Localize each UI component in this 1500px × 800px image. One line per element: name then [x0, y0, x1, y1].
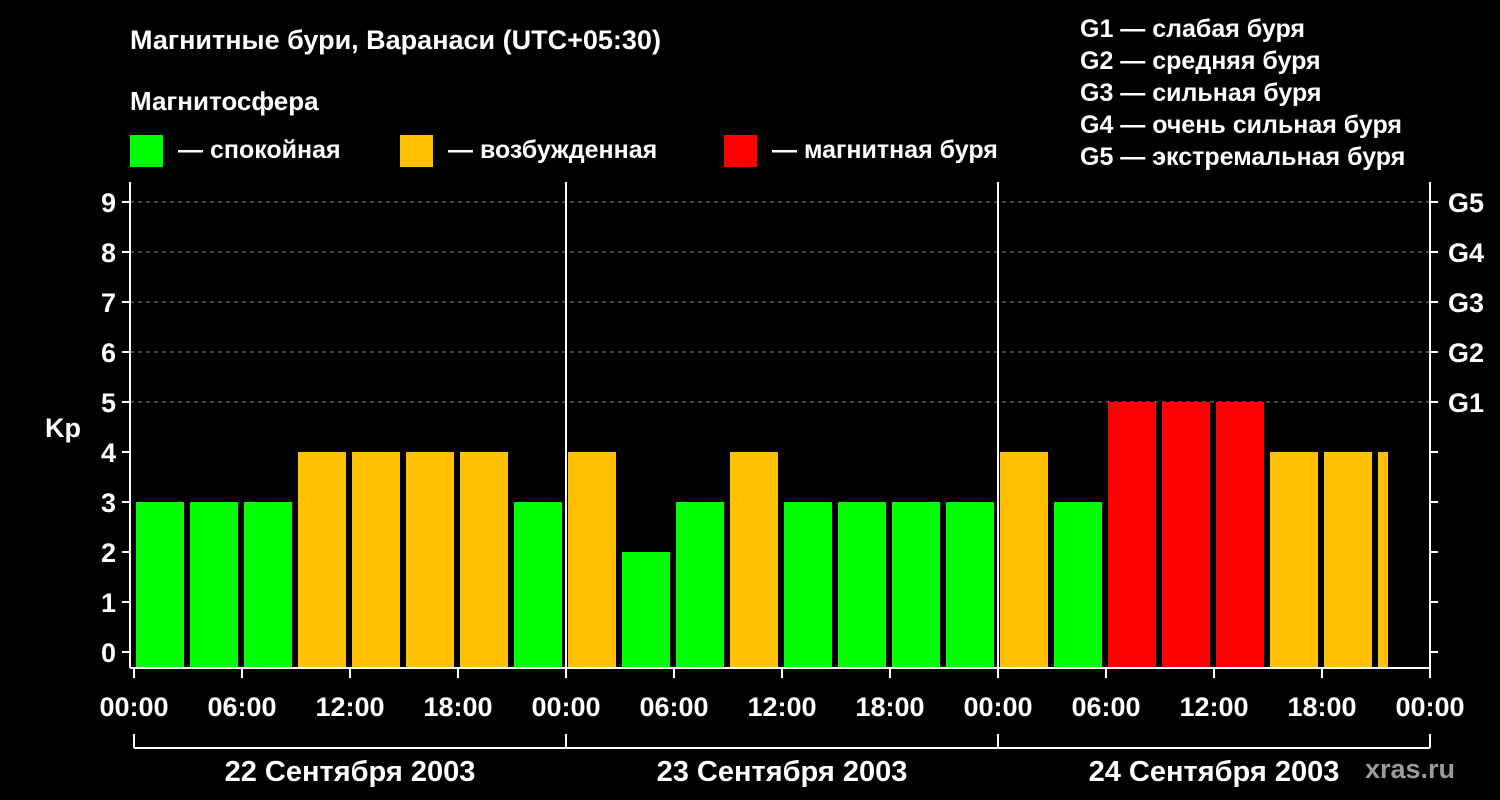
y-tick-label: 0	[101, 638, 116, 668]
x-tick-label: 18:00	[1287, 692, 1356, 722]
bar	[1054, 502, 1102, 668]
x-tick-label: 06:00	[1071, 692, 1140, 722]
storm-level-tick-label: G1	[1448, 388, 1484, 418]
y-tick-label: 3	[101, 488, 116, 518]
legend-swatch-excited	[400, 135, 433, 167]
bar	[460, 452, 508, 668]
bar	[946, 502, 994, 668]
x-axis-ticks: 00:00 06:00 12:00 18:00 00:00 06:00 12:00 18:00…	[99, 668, 1465, 722]
bar	[892, 502, 940, 668]
day-labels: 22 Сентября 2003 23 Сентября 2003 24 Сентя…	[133, 734, 1431, 788]
storm-level-5: G5 — экстремальная буря	[1080, 143, 1405, 171]
x-tick-label: 18:00	[423, 692, 492, 722]
bar	[676, 502, 724, 668]
x-tick-label: 12:00	[747, 692, 816, 722]
storm-level-tick-label: G4	[1448, 238, 1484, 268]
day-label: 22 Сентября 2003	[225, 756, 476, 788]
y-axis-ticks: 0 1 2 3 4 5 6 7 8 9	[101, 188, 130, 668]
bar	[298, 452, 346, 668]
y-tick-label: 9	[101, 188, 116, 218]
right-axis-ticks: G1 G2 G3 G4 G5	[1430, 188, 1484, 653]
legend-swatch-quiet	[130, 135, 163, 167]
watermark: xras.ru	[1365, 754, 1455, 784]
storm-level-tick-label: G2	[1448, 338, 1484, 368]
legend: — спокойная — возбужденная — магнитная бур…	[130, 135, 998, 167]
legend-label-storm: — магнитная буря	[772, 136, 998, 164]
y-tick-label: 5	[101, 388, 116, 418]
y-tick-label: 7	[101, 288, 116, 318]
x-tick-label: 00:00	[1395, 692, 1464, 722]
y-tick-label: 6	[101, 338, 116, 368]
x-tick-label: 00:00	[531, 692, 600, 722]
storm-level-4: G4 — очень сильная буря	[1080, 111, 1402, 139]
x-tick-label: 00:00	[99, 692, 168, 722]
storm-level-tick-label: G3	[1448, 288, 1484, 318]
bar	[352, 452, 400, 668]
x-tick-label: 12:00	[315, 692, 384, 722]
y-axis-label: Kp	[45, 413, 81, 443]
day-label: 23 Сентября 2003	[657, 756, 908, 788]
storm-level-tick-label: G5	[1448, 188, 1484, 218]
y-tick-label: 8	[101, 238, 116, 268]
legend-label-quiet: — спокойная	[178, 136, 341, 164]
storm-level-2: G2 — средняя буря	[1080, 47, 1321, 75]
legend-title: Магнитосфера	[130, 86, 319, 116]
bar	[406, 452, 454, 668]
bars	[136, 402, 1388, 668]
x-tick-label: 06:00	[207, 692, 276, 722]
bar	[1270, 452, 1318, 668]
y-tick-label: 4	[101, 438, 116, 468]
bar	[1000, 452, 1048, 668]
bar	[244, 502, 292, 668]
bar	[730, 452, 778, 668]
bar	[1324, 452, 1372, 668]
legend-label-excited: — возбужденная	[448, 136, 657, 164]
bar	[514, 502, 562, 668]
legend-swatch-storm	[724, 135, 757, 167]
storm-level-3: G3 — сильная буря	[1080, 79, 1322, 107]
x-tick-label: 12:00	[1179, 692, 1248, 722]
bar	[838, 502, 886, 668]
storm-level-1: G1 — слабая буря	[1080, 15, 1305, 43]
storm-level-legend: G1 — слабая буря G2 — средняя буря G3 — си…	[1080, 15, 1405, 171]
chart-title: Магнитные бури, Варанаси (UTC+05:30)	[130, 25, 661, 55]
bar	[1108, 402, 1156, 668]
bar	[190, 502, 238, 668]
x-tick-label: 00:00	[963, 692, 1032, 722]
bar	[568, 452, 616, 668]
bar	[1378, 452, 1388, 668]
y-tick-label: 1	[101, 588, 116, 618]
bar	[622, 552, 670, 668]
y-tick-label: 2	[101, 538, 116, 568]
day-label: 24 Сентября 2003	[1089, 756, 1340, 788]
x-tick-label: 06:00	[639, 692, 708, 722]
bar	[784, 502, 832, 668]
x-tick-label: 18:00	[855, 692, 924, 722]
bar	[1216, 402, 1264, 668]
kp-chart: Магнитные бури, Варанаси (UTC+05:30) Маг…	[45, 15, 1484, 788]
bar	[136, 502, 184, 668]
bar	[1162, 402, 1210, 668]
